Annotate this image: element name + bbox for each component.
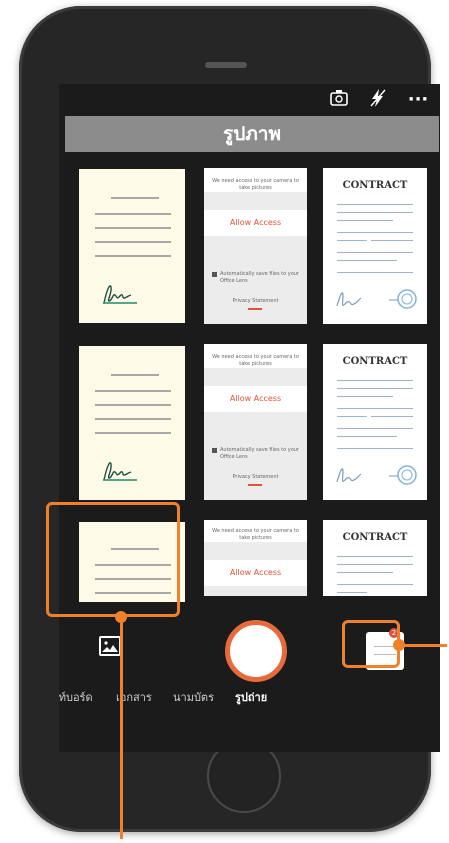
doc-thumbnail-1[interactable]: [79, 169, 185, 323]
app-screenshot-thumbnail-1[interactable]: We need access to your camera to take pi…: [204, 168, 307, 324]
gallery-icon[interactable]: [99, 636, 121, 656]
more-icon[interactable]: ···: [405, 88, 431, 112]
camera-switch-icon[interactable]: [327, 88, 351, 112]
doc-thumbnail-2[interactable]: [79, 346, 185, 500]
contract-signature-icon: [336, 465, 417, 485]
recent-capture-highlight: [342, 620, 400, 668]
mode-business-card[interactable]: นามบัตร: [173, 688, 214, 706]
allow-access-label: Allow Access: [204, 386, 307, 412]
thumbnail-callout-dot: [115, 611, 127, 623]
app-screenshot-thumbnail-2[interactable]: We need access to your camera to take pi…: [204, 344, 307, 500]
thumbnail-highlight: [46, 502, 180, 617]
phone-frame: ··· รูปภาพ We need access to your camera…: [19, 6, 440, 832]
capture-mode-bar: ไวท์บอร์ด เอกสาร นามบัตร รูปถ่าย: [59, 688, 440, 708]
contract-thumbnail-1[interactable]: CONTRACT: [323, 168, 427, 324]
page-title: รูปภาพ: [223, 123, 281, 145]
mode-photo[interactable]: รูปถ่าย: [235, 688, 267, 706]
contract-thumbnail-2[interactable]: CONTRACT: [323, 344, 427, 500]
contract-signature-icon: [336, 289, 417, 309]
allow-access-label: Allow Access: [204, 560, 307, 586]
checkbox-icon: [212, 448, 217, 453]
flash-off-icon[interactable]: [367, 88, 389, 112]
mode-whiteboard[interactable]: ไวท์บอร์ด: [59, 688, 93, 706]
signature-icon: [103, 285, 137, 304]
top-toolbar: ···: [59, 84, 440, 114]
allow-access-label: Allow Access: [204, 210, 307, 236]
recent-callout-line: [398, 644, 447, 647]
app-screenshot-thumbnail-3[interactable]: We need access to your camera to take pi…: [204, 520, 307, 596]
title-bar: รูปภาพ: [65, 116, 439, 152]
contract-thumbnail-3[interactable]: CONTRACT: [323, 520, 427, 596]
checkbox-icon: [212, 272, 217, 277]
recent-callout-dot: [393, 639, 405, 651]
signature-icon: [103, 462, 137, 481]
thumbnail-callout-line: [120, 617, 123, 839]
earpiece: [205, 62, 247, 68]
shutter-button[interactable]: [225, 620, 287, 682]
